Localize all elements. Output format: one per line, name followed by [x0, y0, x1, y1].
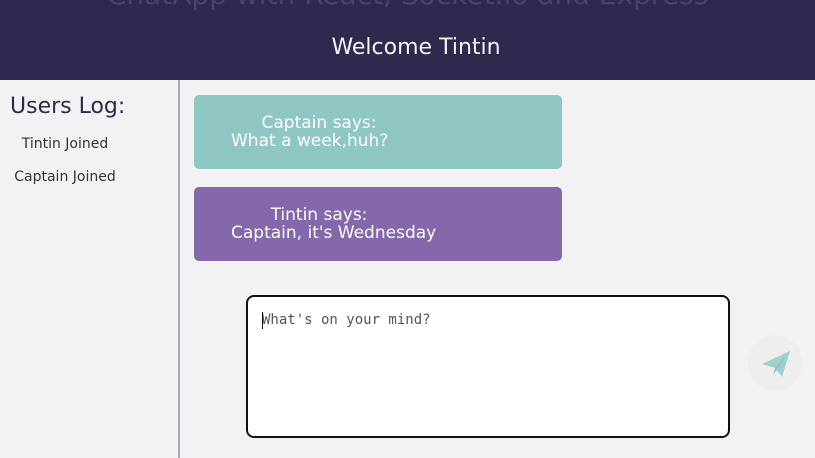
- chat-area: Captain says: What a week,huh? Tintin sa…: [180, 80, 815, 458]
- send-button[interactable]: [750, 338, 800, 388]
- message-bubble: Captain says: What a week,huh?: [194, 95, 562, 169]
- app-title: ChatApp with React, Socket.io and Expres…: [0, 0, 815, 11]
- message-text: What a week,huh?: [231, 131, 389, 151]
- users-log-title: Users Log:: [10, 94, 126, 119]
- message-author: Tintin says:: [270, 205, 368, 225]
- message-bubble: Tintin says: Captain, it's Wednesday: [194, 187, 562, 261]
- app-header: ChatApp with React, Socket.io and Expres…: [0, 0, 815, 80]
- welcome-heading: Welcome Tintin: [331, 35, 501, 60]
- paper-plane-icon: [762, 351, 790, 377]
- users-log-sidebar: Users Log: Tintin Joined Captain Joined: [0, 80, 180, 458]
- users-log-entry: Tintin Joined: [21, 136, 109, 152]
- message-input[interactable]: [246, 295, 730, 438]
- text-cursor: [262, 312, 263, 329]
- message-author: Captain says:: [261, 113, 377, 133]
- users-log-entry: Captain Joined: [14, 169, 116, 185]
- message-text: Captain, it's Wednesday: [231, 223, 437, 243]
